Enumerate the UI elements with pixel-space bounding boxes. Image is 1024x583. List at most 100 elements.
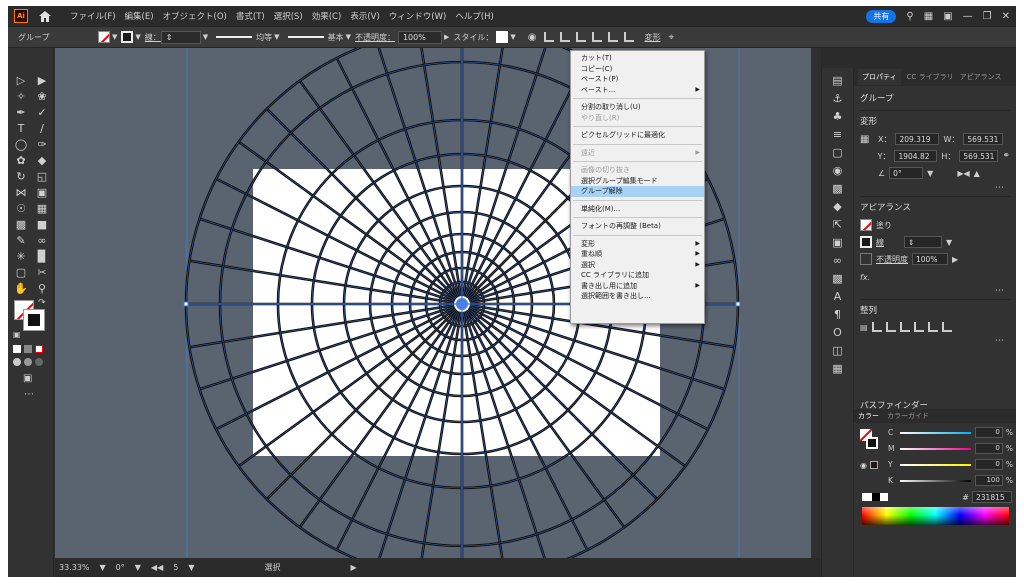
direct-selection-tool-icon[interactable]: ▶ [34, 74, 50, 87]
chevron-down-icon[interactable]: ▼ [203, 33, 208, 41]
black-value[interactable]: 100 [975, 475, 1003, 486]
appearance-panel-icon[interactable]: ♣ [832, 111, 844, 122]
gradient-tool-icon[interactable]: ■ [34, 218, 50, 231]
stack-panel-icon[interactable]: ◆ [832, 201, 844, 212]
yellow-value[interactable]: 0 [975, 459, 1003, 470]
fill-swatch[interactable] [98, 31, 110, 43]
blend-tool-icon[interactable]: ∞ [34, 234, 50, 247]
reference-point-icon[interactable]: ▦ [860, 134, 874, 145]
align-right-icon[interactable] [899, 322, 910, 332]
stroke-swatch[interactable] [860, 236, 872, 248]
context-menu-item[interactable]: 重ね順 ▶ [571, 249, 704, 260]
canvas-area[interactable] [55, 48, 821, 558]
eraser-tool-icon[interactable]: ◆ [34, 154, 50, 167]
color-mode-icon[interactable] [13, 345, 21, 353]
align-panel-icon[interactable]: ▩ [832, 273, 844, 284]
chevron-down-icon[interactable]: ▼ [188, 563, 194, 572]
chevron-down-icon[interactable]: ▼ [135, 563, 141, 572]
selection-tool-icon[interactable]: ▷ [13, 74, 29, 87]
vertical-scrollbar[interactable] [811, 48, 821, 558]
menu-view[interactable]: 表示(V) [350, 10, 379, 22]
cyan-slider[interactable]: C 0 % [888, 425, 1013, 440]
align-left-icon[interactable] [871, 322, 882, 332]
align-top-icon[interactable] [592, 32, 603, 42]
black-swatch[interactable] [872, 493, 880, 501]
chevron-down-icon[interactable]: ▼ [927, 169, 933, 178]
align-hcenter-icon[interactable] [885, 322, 896, 332]
free-transform-tool-icon[interactable]: ▣ [34, 186, 50, 199]
share-button[interactable]: 共有 [866, 9, 897, 23]
curvature-tool-icon[interactable]: ✓ [34, 106, 50, 119]
chevron-down-icon[interactable]: ▼ [946, 238, 952, 247]
lasso-tool-icon[interactable]: ❀ [34, 90, 50, 103]
chevron-right-icon[interactable]: ▶ [350, 563, 356, 572]
ellipse-tool-icon[interactable]: ◯ [13, 138, 29, 151]
magenta-track[interactable] [899, 447, 972, 450]
align-vcenter-icon[interactable] [927, 322, 938, 332]
recolor-icon[interactable]: ◉ [528, 32, 537, 43]
stroke-swatch[interactable] [121, 31, 134, 43]
menu-edit[interactable]: 編集(E) [125, 10, 154, 22]
context-menu-item[interactable]: 単純化(M)... [571, 204, 704, 215]
grid-panel-icon[interactable]: ▦ [832, 363, 844, 374]
white-swatch[interactable] [880, 493, 888, 501]
more-options-icon[interactable]: ⋯ [860, 184, 1010, 193]
stroke-color-box[interactable] [23, 309, 45, 331]
align-bottom-icon[interactable] [941, 322, 952, 332]
scale-tool-icon[interactable]: ◱ [34, 170, 50, 183]
more-tools-icon[interactable]: ⋯ [24, 389, 34, 400]
fill-swatch[interactable] [860, 219, 872, 231]
fx-label[interactable]: fx. [860, 273, 870, 282]
x-field[interactable]: 209.319 [895, 133, 940, 145]
context-menu-item[interactable]: カット(T) [571, 53, 704, 64]
menu-effect[interactable]: 効果(C) [312, 10, 342, 22]
context-menu-item[interactable]: ピクセルグリッドに最適化 [571, 130, 704, 141]
properties-panel-icon[interactable]: ▤ [832, 75, 844, 86]
align-right-icon[interactable] [576, 32, 587, 42]
context-menu-item[interactable]: 選択 ▶ [571, 260, 704, 271]
profile-label[interactable]: 均等 [256, 32, 272, 43]
character-panel-icon[interactable]: A [832, 291, 844, 302]
angle-field[interactable]: 0° [889, 167, 924, 179]
context-menu-item[interactable]: ペースト(P) [571, 74, 704, 85]
isolate-icon[interactable]: ⌖ [668, 32, 674, 43]
menu-type[interactable]: 書式(T) [236, 10, 265, 22]
flip-vertical-icon[interactable]: ▲ [974, 169, 980, 178]
artboards-panel-icon[interactable]: ▩ [832, 183, 844, 194]
align-hcenter-icon[interactable] [560, 32, 571, 42]
paintbrush-tool-icon[interactable]: ✑ [34, 138, 50, 151]
opacity-label[interactable]: 不透明度： [355, 32, 395, 43]
magenta-value[interactable]: 0 [975, 443, 1003, 454]
menu-window[interactable]: ウィンドウ(W) [389, 10, 447, 22]
link-icon[interactable]: ⚭ [1002, 151, 1010, 161]
none-mode-icon[interactable] [35, 345, 43, 353]
symbol-sprayer-tool-icon[interactable]: ✳ [13, 250, 29, 263]
context-menu-item[interactable]: ペースト... ▶ [571, 85, 704, 96]
none-swatch[interactable] [862, 493, 872, 501]
context-menu-item[interactable]: 書き出し用に追加 ▶ [571, 281, 704, 292]
pathfinder-panel-icon[interactable]: ◫ [832, 345, 844, 356]
chevron-right-icon[interactable]: ▶ [952, 255, 958, 264]
yellow-slider[interactable]: Y 0 % [888, 457, 1013, 472]
stroke-swatch[interactable] [866, 437, 878, 449]
width-tool-icon[interactable]: ⋈ [13, 186, 29, 199]
home-icon[interactable] [38, 9, 52, 23]
transform-label[interactable]: 変形 [644, 32, 660, 43]
chevron-down-icon[interactable]: ▼ [346, 33, 351, 41]
gradient-mode-icon[interactable] [24, 345, 32, 353]
eyedropper-tool-icon[interactable]: ✎ [13, 234, 29, 247]
layers-panel-icon[interactable]: ≡ [832, 129, 844, 140]
workspace-icon[interactable]: ▣ [943, 11, 952, 22]
draw-behind-icon[interactable] [24, 358, 32, 366]
cyan-value[interactable]: 0 [975, 427, 1003, 438]
chevron-down-icon[interactable]: ▼ [274, 33, 279, 41]
context-menu-item[interactable]: 選択範囲を書き出し... [571, 291, 704, 302]
stroke-weight-field[interactable]: ⇕ [160, 30, 201, 44]
screen-mode-icon[interactable]: ▣ [23, 373, 32, 384]
context-menu-item[interactable]: CC ライブラリに追加 [571, 270, 704, 281]
shaper-tool-icon[interactable]: ✿ [13, 154, 29, 167]
context-menu-item[interactable]: フォントの再調整 (Beta) [571, 221, 704, 232]
swatches-panel-icon[interactable]: ▢ [832, 147, 844, 158]
menu-select[interactable]: 選択(S) [274, 10, 303, 22]
search-icon[interactable]: ⚲ [906, 11, 913, 22]
